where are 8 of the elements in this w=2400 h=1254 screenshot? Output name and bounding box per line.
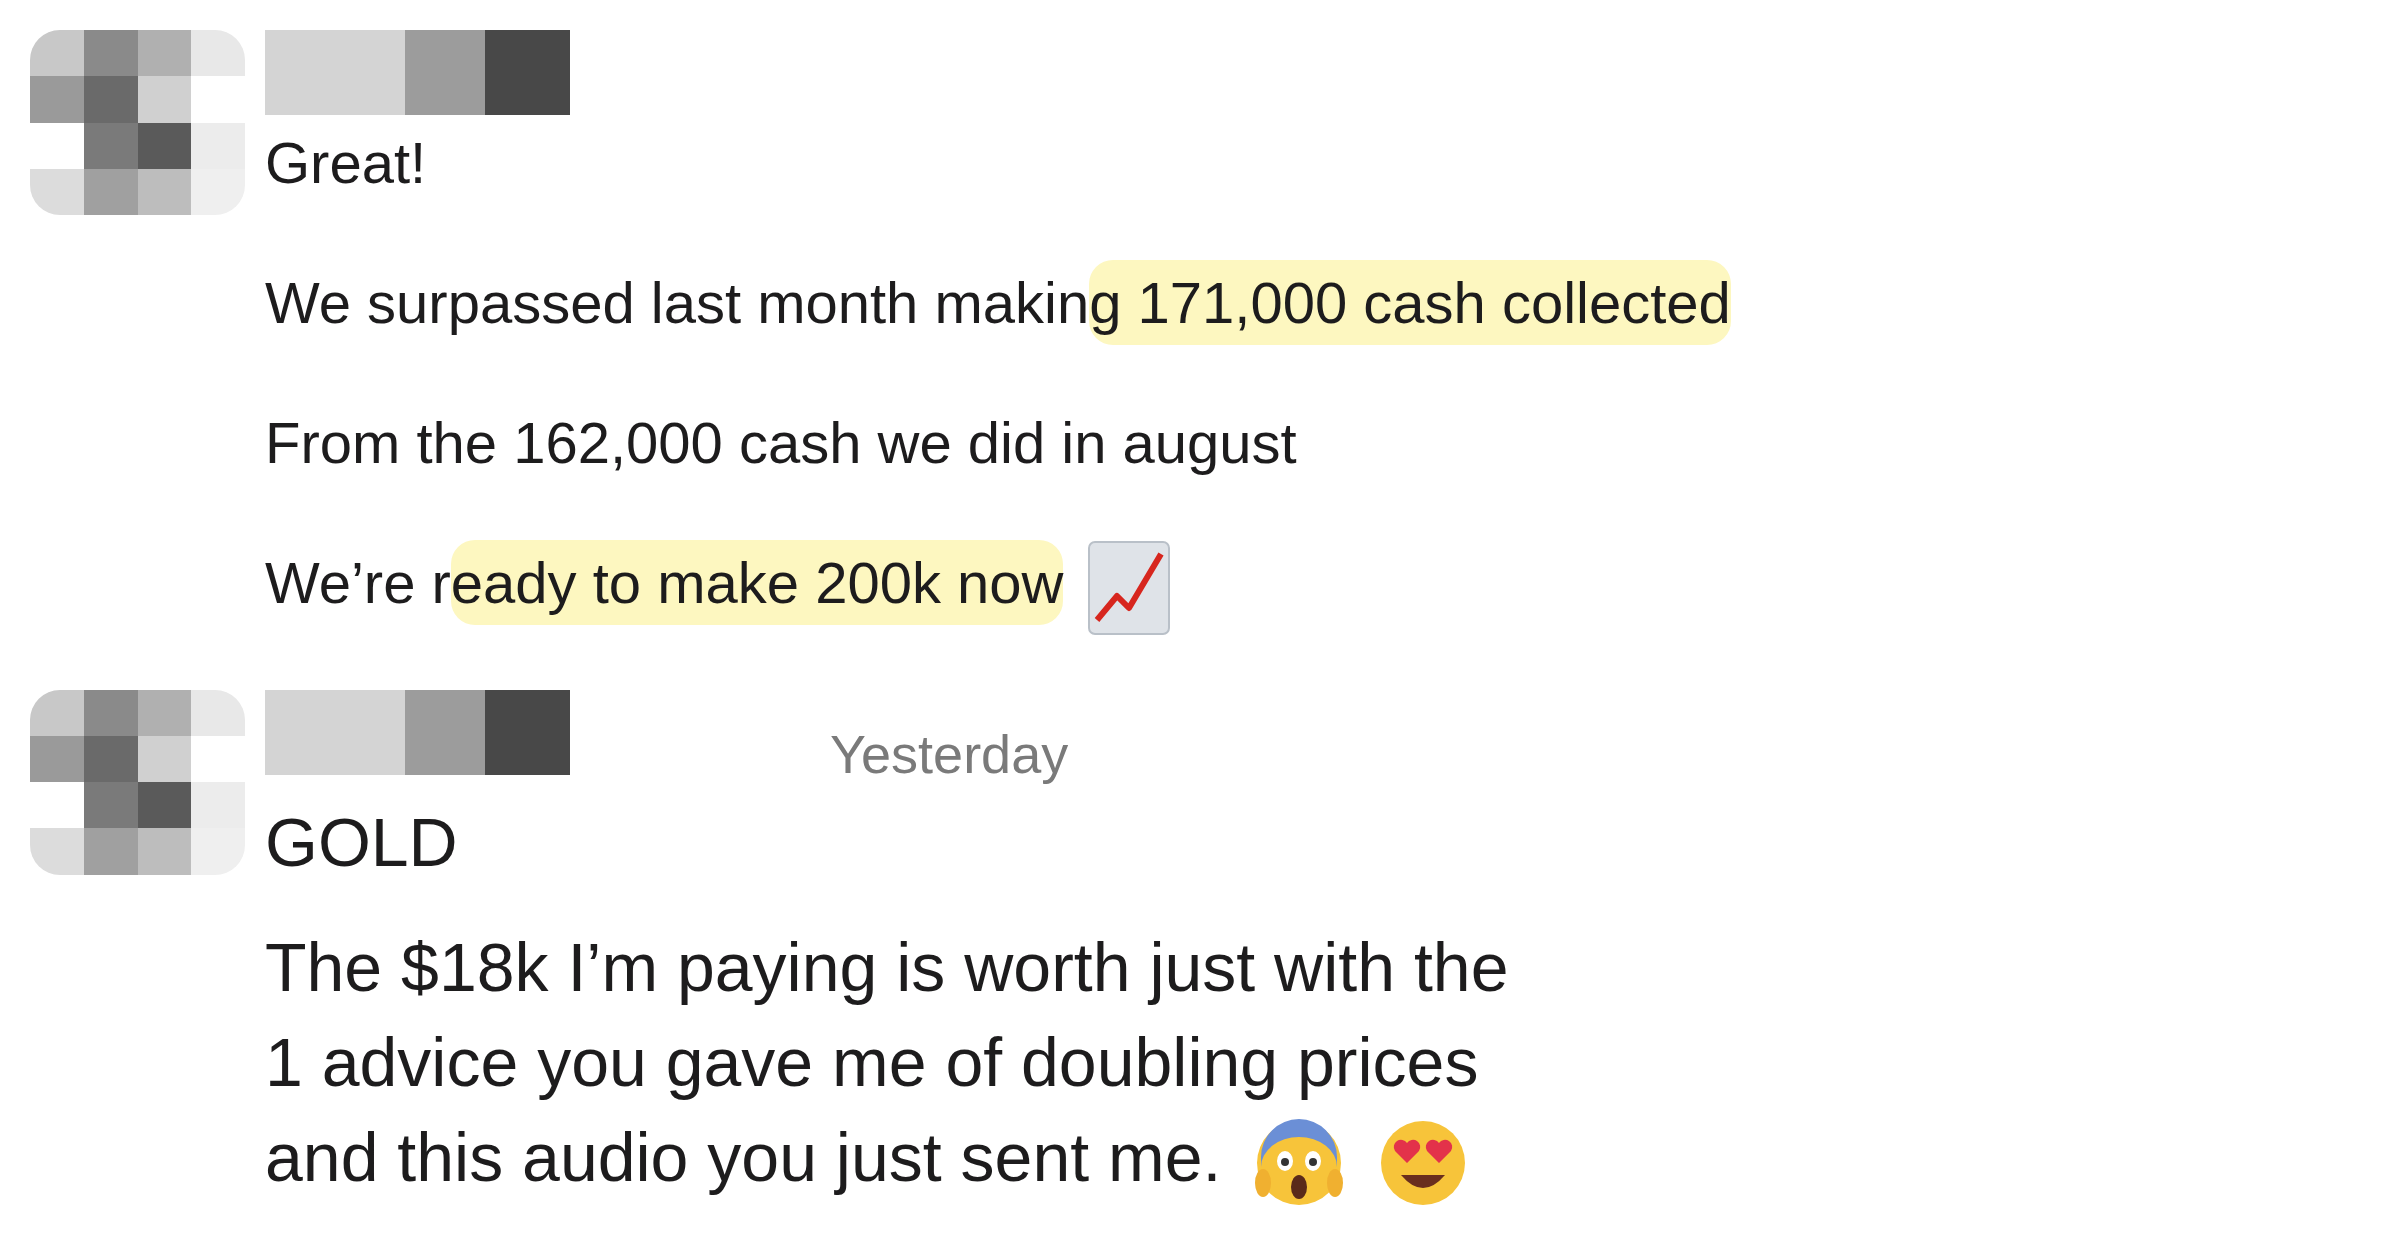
message-text: GOLD [265,802,459,882]
message-text: We surpassed last month making 171,000 cash collected [265,255,1731,351]
chart-increasing-icon [1087,539,1172,636]
message-text: From the 162,000 cash we did in august [265,409,1298,477]
message-timestamp: Yesterday [830,722,1069,786]
message-text: We’re ready to make 200k now [265,535,1731,636]
message-text: The $18k I’m paying is worth just with the 1 advice you gave me of doubling prices and this audio you just sent me. [265,919,1509,1209]
message-text: Great! [265,129,428,197]
